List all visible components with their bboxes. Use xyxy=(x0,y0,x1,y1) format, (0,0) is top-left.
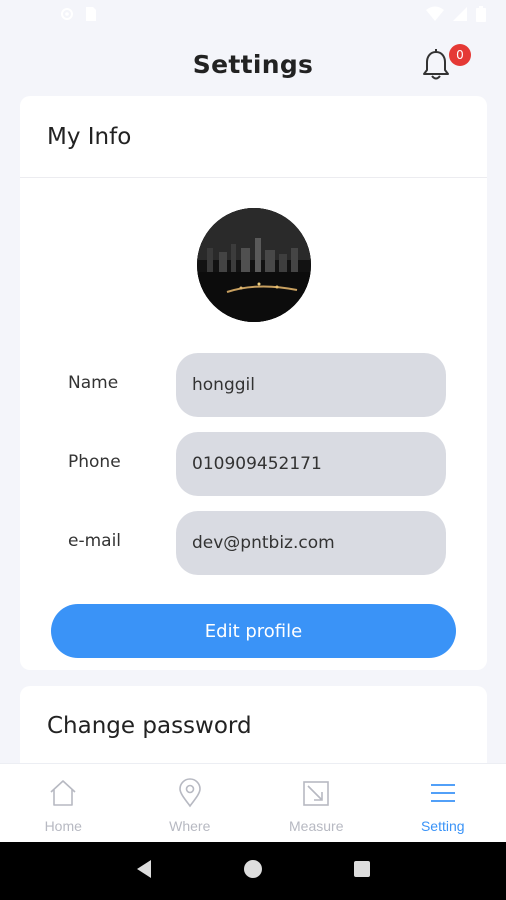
my-info-header: My Info xyxy=(20,96,487,178)
my-info-card: My Info Name honggil Phone 010909452171 xyxy=(20,96,487,670)
nav-item-where[interactable]: Where xyxy=(127,764,254,842)
measure-icon xyxy=(301,778,331,812)
home-circle-icon[interactable] xyxy=(242,858,264,884)
cellular-signal-icon xyxy=(452,6,468,26)
back-icon[interactable] xyxy=(133,858,155,884)
edit-profile-button[interactable]: Edit profile xyxy=(51,604,456,658)
status-time: 5:27 xyxy=(20,7,50,25)
nav-label-measure: Measure xyxy=(289,818,344,834)
menu-icon xyxy=(428,778,458,812)
profile-avatar[interactable] xyxy=(197,208,311,322)
nav-item-measure[interactable]: Measure xyxy=(253,764,380,842)
sim-card-icon xyxy=(85,6,97,26)
my-info-title: My Info xyxy=(47,123,132,150)
nav-item-home[interactable]: Home xyxy=(0,764,127,842)
page-title: Settings xyxy=(192,49,314,79)
settings-gear-icon xyxy=(59,6,75,26)
name-field-row: Name honggil xyxy=(20,353,487,417)
name-input[interactable]: honggil xyxy=(176,353,446,417)
email-input[interactable]: dev@pntbiz.com xyxy=(176,511,446,575)
phone-label: Phone xyxy=(68,452,121,472)
name-label: Name xyxy=(68,373,119,393)
home-icon xyxy=(48,778,78,812)
nav-label-home: Home xyxy=(44,818,82,834)
notification-bell-icon[interactable] xyxy=(420,48,452,82)
bottom-nav: Home Where Measure Setting xyxy=(0,763,506,842)
status-bar: 5:27 xyxy=(0,0,506,32)
nav-label-setting: Setting xyxy=(420,818,465,834)
recents-square-icon[interactable] xyxy=(351,858,373,884)
notification-badge: 0 xyxy=(449,44,471,66)
wifi-icon xyxy=(426,6,444,26)
phone-input[interactable]: 010909452171 xyxy=(176,432,446,496)
nav-label-where: Where xyxy=(169,818,211,834)
battery-icon xyxy=(476,6,486,26)
email-label: e-mail xyxy=(68,531,122,551)
nav-item-setting[interactable]: Setting xyxy=(380,764,506,842)
location-pin-icon xyxy=(175,778,205,812)
email-field-row: e-mail dev@pntbiz.com xyxy=(20,511,487,575)
phone-field-row: Phone 010909452171 xyxy=(20,432,487,496)
system-nav-bar xyxy=(0,842,506,900)
change-password-title: Change password xyxy=(47,713,252,739)
